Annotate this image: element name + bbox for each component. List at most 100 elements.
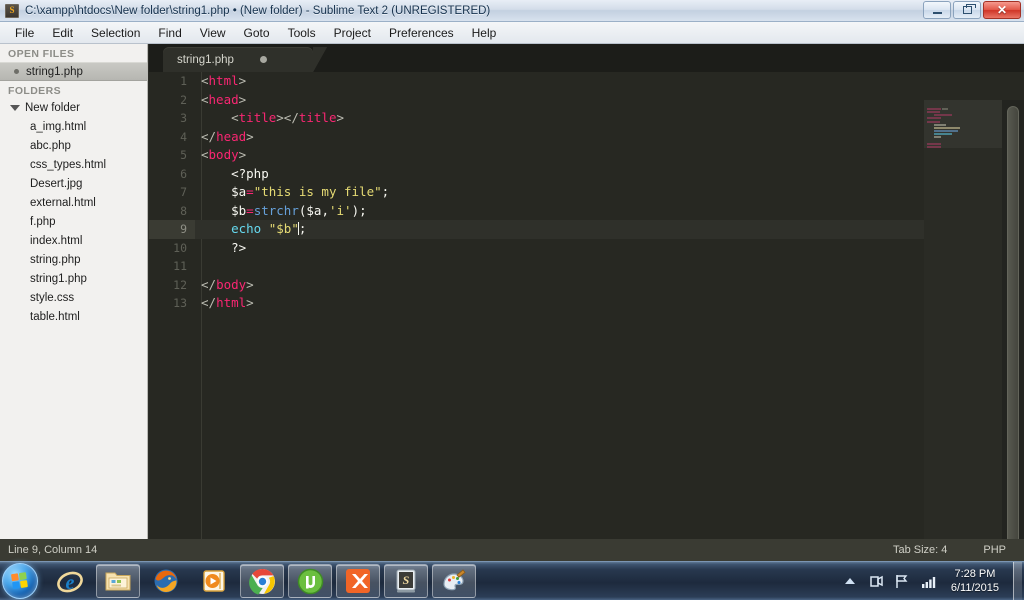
menu-find[interactable]: Find — [149, 24, 190, 42]
taskbar-clock[interactable]: 7:28 PM 6/11/2015 — [941, 567, 1009, 595]
statusbar: Line 9, Column 14 Tab Size: 4 PHP — [0, 539, 1024, 561]
sidebar-file-table-html[interactable]: table.html — [0, 307, 147, 326]
line-number: 5 — [180, 148, 187, 162]
sidebar-folders-header: FOLDERS — [8, 85, 61, 97]
sidebar-file-string-php[interactable]: string.php — [0, 250, 147, 269]
taskbar-windows-explorer[interactable] — [96, 564, 140, 598]
file-label: index.html — [30, 234, 83, 247]
restore-button[interactable] — [953, 1, 981, 19]
menu-selection[interactable]: Selection — [82, 24, 149, 42]
menu-file[interactable]: File — [6, 24, 43, 42]
xampp-icon — [346, 569, 370, 593]
window-titlebar: S C:\xampp\htdocs\New folder\string1.php… — [0, 0, 1024, 22]
cursor-position-status[interactable]: Line 9, Column 14 — [0, 544, 97, 556]
tab-label: string1.php — [177, 53, 234, 66]
menu-edit[interactable]: Edit — [43, 24, 82, 42]
dirty-dot-icon — [14, 69, 19, 74]
taskbar-sublime-text[interactable]: S — [384, 564, 428, 598]
file-label: table.html — [30, 310, 80, 323]
scrollbar-thumb[interactable] — [1007, 106, 1019, 539]
syntax-status[interactable]: PHP — [965, 544, 1024, 556]
minimap[interactable] — [924, 100, 1002, 539]
tab-size-status[interactable]: Tab Size: 4 — [875, 544, 965, 556]
taskbar-xampp[interactable] — [336, 564, 380, 598]
windows-media-player-icon — [203, 570, 225, 592]
sidebar-open-file-string1php[interactable]: string1.php — [0, 62, 147, 81]
taskbar-google-chrome[interactable] — [240, 564, 284, 598]
taskbar-firefox[interactable] — [144, 564, 188, 598]
code-line-6: <?php — [231, 165, 269, 181]
sidebar-file-css-types-html[interactable]: css_types.html — [0, 155, 147, 174]
clock-date: 6/11/2015 — [950, 582, 999, 594]
desktop: S C:\xampp\htdocs\New folder\string1.php… — [0, 0, 1024, 600]
minimap-viewport[interactable] — [924, 100, 1002, 148]
code-line-9: echo "$b"; — [195, 220, 975, 239]
sidebar-file-abc-php[interactable]: abc.php — [0, 136, 147, 155]
code-content[interactable]: <html> <head> <title></title> </head> <b… — [195, 72, 975, 539]
windows-taskbar: e S 7:28 PM 6/11/2015 — [0, 561, 1024, 600]
svg-text:S: S — [403, 573, 410, 587]
sidebar-open-files-header: OPEN FILES — [8, 48, 75, 60]
chevron-up-icon[interactable] — [844, 578, 855, 584]
line-number-active: 9 — [149, 220, 195, 239]
sidebar-file-index-html[interactable]: index.html — [0, 231, 147, 250]
file-label: style.css — [30, 291, 75, 304]
file-label: string.php — [30, 253, 81, 266]
window-controls: ✕ — [923, 1, 1021, 19]
code-line-3: <title></title> — [231, 110, 345, 125]
line-number: 2 — [180, 92, 187, 107]
file-label: a_img.html — [30, 120, 87, 133]
menu-goto[interactable]: Goto — [235, 24, 279, 42]
menu-view[interactable]: View — [191, 24, 235, 42]
code-area[interactable]: 1 2 3 4 5 6 7 8 9 10 11 12 13 <html> <he… — [149, 72, 1024, 539]
editor-pane: string1.php 1 2 3 4 5 6 7 8 9 10 11 12 1… — [149, 44, 1024, 539]
minimize-icon — [932, 12, 942, 14]
taskbar-windows-media-player[interactable] — [192, 564, 236, 598]
sidebar-file-external-html[interactable]: external.html — [0, 193, 147, 212]
sidebar-file-style-css[interactable]: style.css — [0, 288, 147, 307]
sublime-text-icon: S — [5, 3, 19, 18]
file-label: external.html — [30, 196, 96, 209]
taskbar-paint[interactable] — [432, 564, 476, 598]
action-center-icon[interactable] — [866, 571, 886, 591]
line-number: 11 — [173, 259, 187, 273]
svg-text:e: e — [66, 572, 75, 594]
sidebar-file-f-php[interactable]: f.php — [0, 212, 147, 231]
system-tray: 7:28 PM 6/11/2015 — [837, 561, 1024, 600]
close-button[interactable]: ✕ — [983, 1, 1021, 19]
paint-icon — [443, 569, 466, 591]
window-title: C:\xampp\htdocs\New folder\string1.php •… — [25, 4, 491, 17]
volume-icon[interactable] — [918, 571, 938, 591]
code-line-10: ?> — [231, 239, 247, 255]
sidebar: OPEN FILES string1.php FOLDERS New folde… — [0, 44, 148, 539]
line-number: 12 — [173, 277, 187, 292]
line-number: 10 — [173, 240, 187, 255]
tab-string1-php[interactable]: string1.php — [163, 47, 327, 72]
line-number: 4 — [180, 129, 187, 144]
taskbar-internet-explorer[interactable]: e — [48, 564, 92, 598]
folder-label: New folder — [25, 102, 80, 114]
chevron-down-icon — [10, 105, 20, 111]
code-line-13: </html> — [201, 295, 254, 310]
line-number: 13 — [173, 296, 187, 310]
tab-dirty-icon[interactable] — [259, 56, 267, 63]
network-icon[interactable] — [892, 571, 912, 591]
file-label: css_types.html — [30, 158, 107, 171]
sidebar-file-string1-php[interactable]: string1.php — [0, 269, 147, 288]
show-desktop-button[interactable] — [1013, 561, 1022, 600]
menu-tools[interactable]: Tools — [279, 24, 325, 42]
open-file-label: string1.php — [26, 65, 83, 78]
editor-scrollbar[interactable] — [1002, 100, 1024, 539]
sidebar-file-desert-jpg[interactable]: Desert.jpg — [0, 174, 147, 193]
code-line-8: $b=strchr($a,'i'); — [231, 202, 367, 218]
sidebar-file-a-img-html[interactable]: a_img.html — [0, 117, 147, 136]
code-line-5: <body> — [201, 147, 247, 162]
minimize-button[interactable] — [923, 1, 951, 19]
start-button[interactable] — [2, 563, 38, 599]
firefox-icon — [154, 569, 178, 593]
menu-help[interactable]: Help — [463, 24, 506, 42]
taskbar-utorrent[interactable] — [288, 564, 332, 598]
sidebar-folder-new-folder[interactable]: New folder — [0, 99, 147, 117]
menu-project[interactable]: Project — [325, 24, 380, 42]
menu-preferences[interactable]: Preferences — [380, 24, 463, 42]
